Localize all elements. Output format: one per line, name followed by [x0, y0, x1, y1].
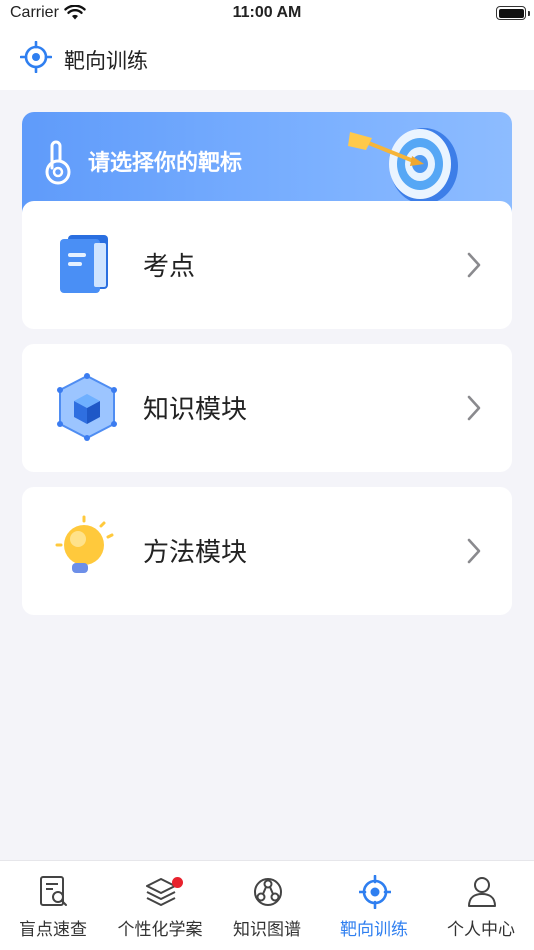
chevron-right-icon	[467, 252, 481, 278]
target-icon	[359, 875, 391, 909]
chevron-right-icon	[467, 538, 481, 564]
tab-personal-center[interactable]: 个人中心	[428, 861, 534, 950]
target-icon	[20, 41, 52, 73]
card-label: 知识模块	[143, 395, 248, 425]
notification-badge	[172, 877, 183, 888]
card-label: 考点	[143, 252, 196, 282]
chevron-right-icon	[467, 395, 481, 421]
tab-bar: 盲点速查 个性化学案 知识图谱 靶向训练 个人中心	[0, 860, 534, 950]
tab-label: 个性化学案	[117, 920, 203, 940]
tab-targeted-training[interactable]: 靶向训练	[321, 861, 427, 950]
banner-title: 请选择你的靶标	[88, 151, 243, 176]
card-knowledge-module[interactable]: 知识模块	[22, 344, 512, 472]
status-bar: Carrier 11:00 AM	[0, 0, 534, 28]
tab-label: 靶向训练	[340, 920, 408, 940]
pointing-hand-icon	[45, 140, 71, 185]
tab-label: 知识图谱	[233, 920, 301, 940]
tab-label: 个人中心	[447, 920, 515, 940]
card-method-module[interactable]: 方法模块	[22, 487, 512, 615]
tab-label: 盲点速查	[19, 920, 87, 940]
tab-personalized-plan[interactable]: 个性化学案	[107, 861, 213, 950]
graph-icon	[254, 878, 282, 906]
navigation-bar: 靶向训练	[0, 28, 534, 90]
tab-knowledge-graph[interactable]: 知识图谱	[214, 861, 320, 950]
battery-icon	[496, 6, 530, 20]
page-title: 靶向训练	[64, 49, 148, 73]
clock: 11:00 AM	[232, 4, 302, 21]
tab-blind-spot-check[interactable]: 盲点速查	[0, 861, 106, 950]
lightbulb-icon	[55, 515, 114, 573]
card-exam-points[interactable]: 考点	[22, 201, 512, 329]
dart-target-icon	[348, 128, 458, 204]
document-search-icon	[40, 876, 67, 906]
card-label: 方法模块	[143, 538, 248, 568]
cube-icon	[57, 373, 117, 441]
user-icon	[468, 877, 496, 907]
notebook-icon	[60, 235, 108, 293]
